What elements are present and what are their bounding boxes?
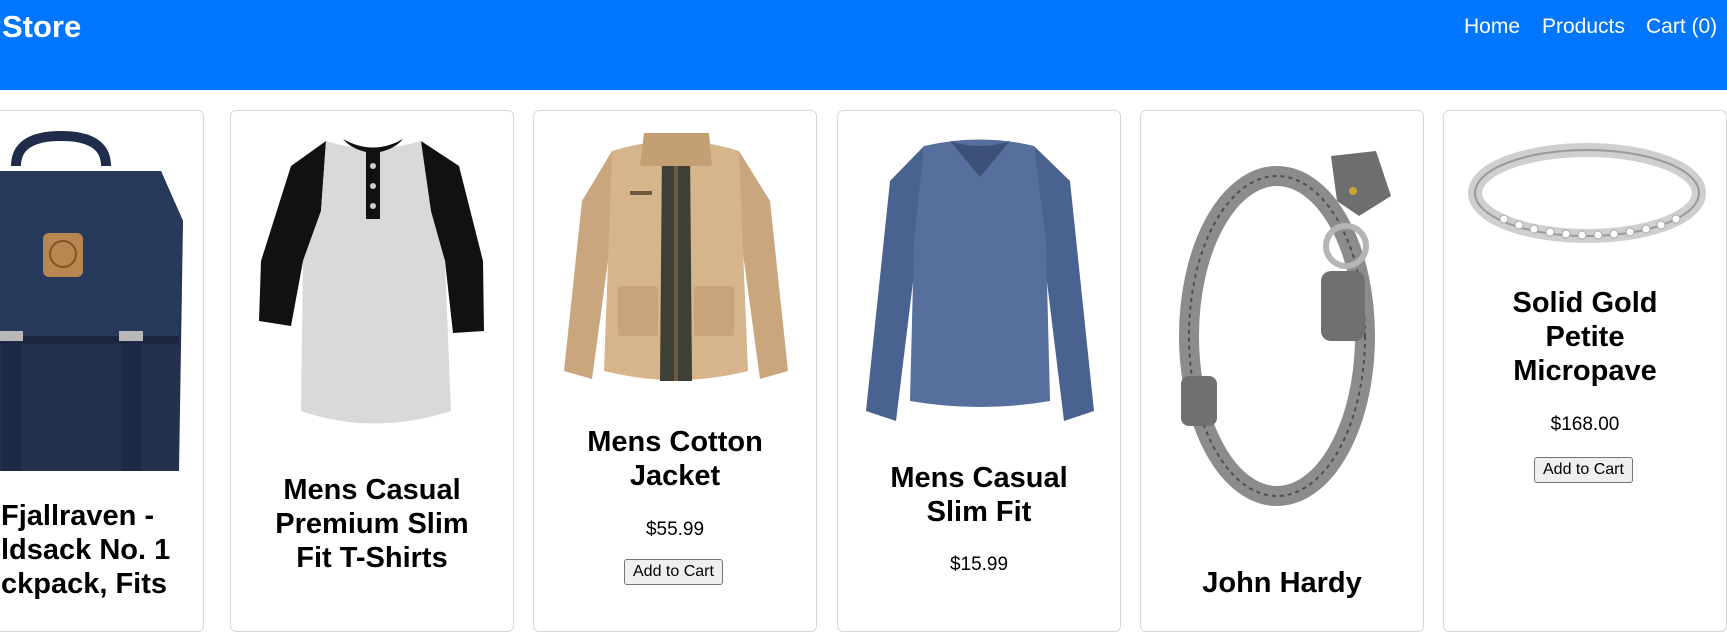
product-price: $168.00 bbox=[1550, 414, 1620, 435]
store-logo[interactable]: Store bbox=[2, 9, 81, 45]
product-price: $15.99 bbox=[949, 554, 1009, 575]
product-title: Fjallraven - ldsack No. 1 ckpack, Fits bbox=[1, 500, 171, 600]
product-image bbox=[231, 111, 513, 456]
product-image bbox=[1444, 111, 1726, 256]
product-card: John Hardy bbox=[1140, 110, 1424, 632]
nav-products-link[interactable]: Products bbox=[1542, 14, 1625, 40]
product-card: Mens Casual Premium Slim Fit T-Shirts bbox=[230, 110, 514, 632]
nav-home-link[interactable]: Home bbox=[1464, 14, 1520, 40]
product-card: Mens Casual Slim Fit $15.99 bbox=[837, 110, 1121, 632]
top-navbar: Store Home Products Cart (0) bbox=[0, 0, 1727, 90]
tshirt-icon bbox=[259, 139, 484, 424]
product-title: Mens Cotton Jacket bbox=[587, 426, 763, 492]
product-image bbox=[534, 111, 816, 406]
longsleeve-icon bbox=[866, 139, 1094, 421]
product-card: Mens Cotton Jacket $55.99 Add to Cart bbox=[533, 110, 817, 632]
product-image bbox=[838, 111, 1120, 436]
product-card: Solid Gold Petite Micropave $168.00 Add … bbox=[1443, 110, 1727, 632]
product-title: Mens Casual Slim Fit bbox=[890, 462, 1068, 528]
product-price: $55.99 bbox=[645, 519, 705, 540]
backpack-icon bbox=[0, 130, 183, 471]
add-to-cart-button[interactable]: Add to Cart bbox=[624, 559, 723, 585]
add-to-cart-button[interactable]: Add to Cart bbox=[1534, 457, 1633, 483]
product-card: Fjallraven - ldsack No. 1 ckpack, Fits bbox=[0, 110, 204, 632]
product-title: Mens Casual Premium Slim Fit T-Shirts bbox=[275, 474, 469, 574]
jacket-icon bbox=[564, 133, 788, 381]
bracelet-icon bbox=[1179, 151, 1391, 506]
product-title: John Hardy bbox=[1202, 567, 1362, 599]
ring-icon bbox=[1468, 143, 1706, 243]
product-image bbox=[1141, 111, 1423, 526]
nav-cart-link[interactable]: Cart (0) bbox=[1646, 14, 1717, 40]
product-image bbox=[0, 111, 203, 476]
product-title: Solid Gold Petite Micropave bbox=[1512, 287, 1658, 387]
